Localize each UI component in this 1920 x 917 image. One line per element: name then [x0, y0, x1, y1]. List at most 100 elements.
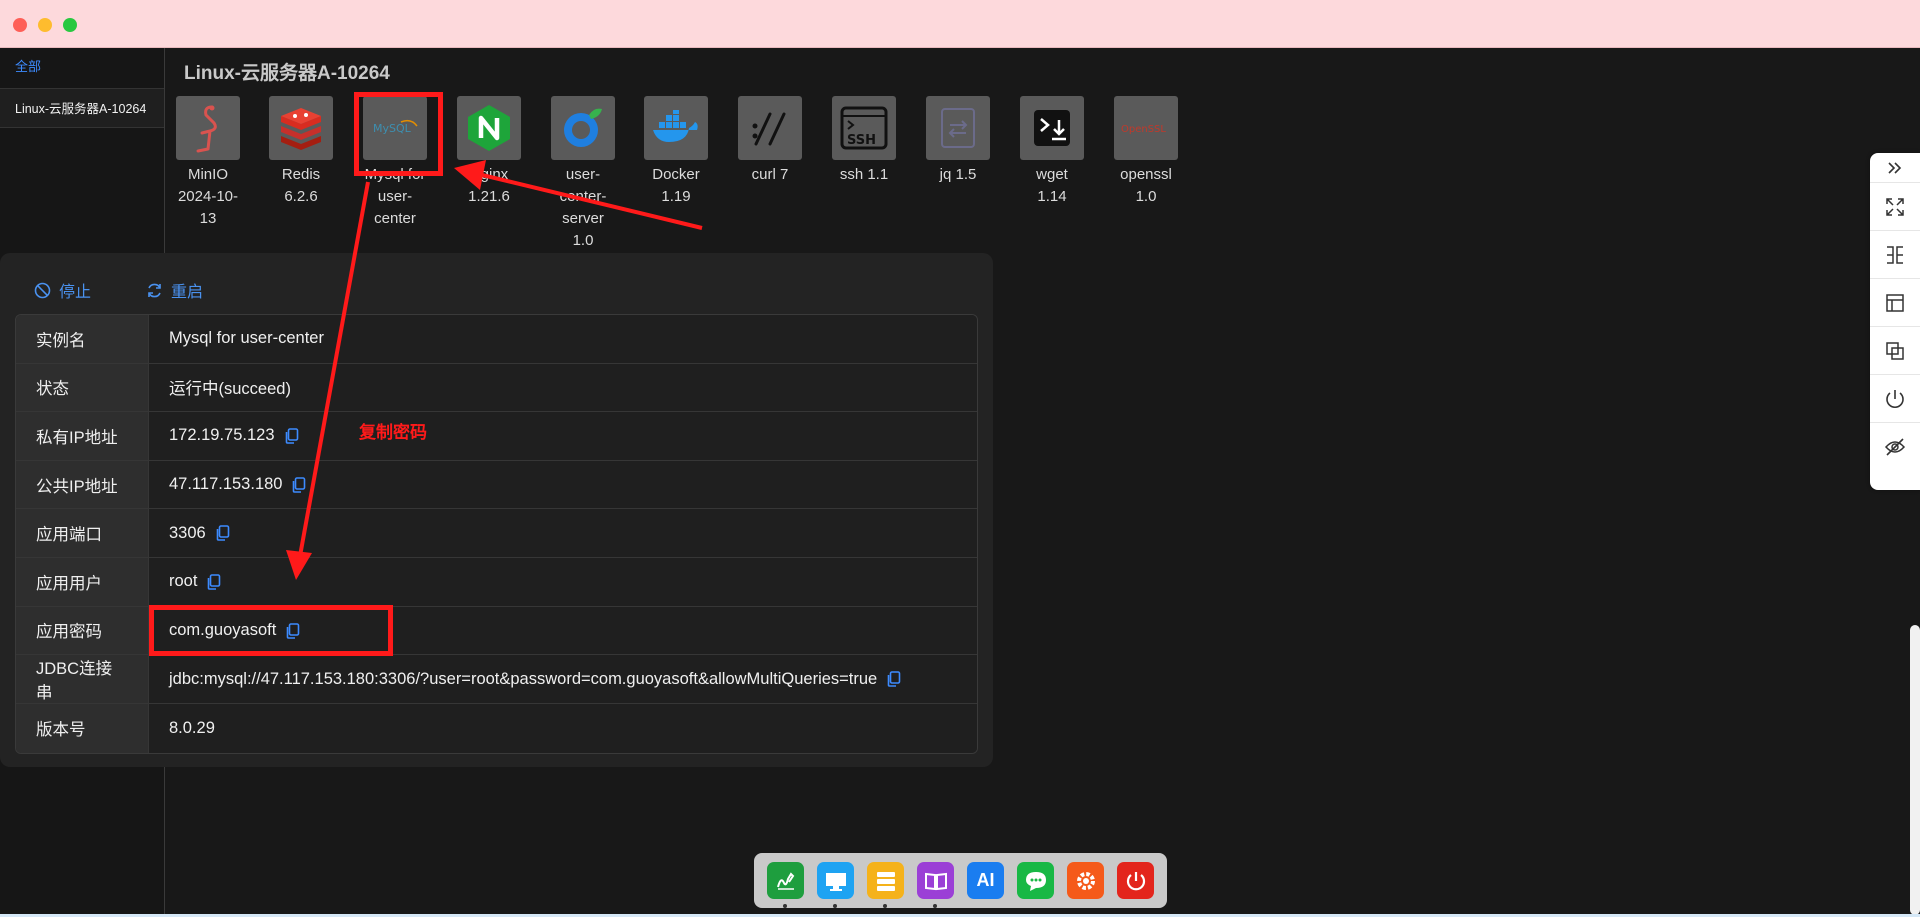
app-version: 1.0 [1135, 188, 1157, 205]
power-icon[interactable] [1117, 862, 1154, 899]
ai-icon[interactable]: AI [967, 862, 1004, 899]
stop-icon [34, 282, 51, 298]
window-titlebar [0, 0, 1920, 48]
hide-icon[interactable] [1870, 423, 1920, 471]
info-row-jdbc: JDBC连接串 jdbc:mysql://47.117.153.180:3306… [16, 655, 977, 705]
info-value: 47.117.153.180 [169, 475, 283, 494]
info-value: 172.19.75.123 [169, 426, 275, 445]
right-toolstrip [1870, 153, 1920, 490]
app-tile-jq[interactable]: jq 1.5 [912, 96, 1004, 186]
info-row-status: 状态 运行中(succeed) [16, 363, 977, 413]
minimize-window-button[interactable] [38, 18, 52, 32]
info-row-private-ip: 私有IP地址 172.19.75.123 [16, 412, 977, 461]
info-key: 状态 [16, 363, 149, 413]
chat-icon[interactable] [1017, 862, 1054, 899]
jq-icon [926, 96, 990, 160]
server-icon[interactable] [867, 862, 904, 908]
split-view-icon[interactable] [1870, 231, 1920, 279]
info-row-user: 应用用户 root [16, 557, 977, 607]
app-name: Nginx [469, 166, 509, 183]
close-window-button[interactable] [13, 18, 27, 32]
info-value: Mysql for user-center [169, 329, 324, 348]
info-value: 运行中(succeed) [169, 380, 291, 399]
app-name: curl [751, 166, 776, 183]
instance-detail-panel: 停止 重启 实例名 Mysql for user-center 状态 运行中(s… [0, 253, 993, 767]
info-key: 实例名 [16, 315, 149, 364]
desktop-icon[interactable] [817, 862, 854, 908]
info-value: 8.0.29 [169, 718, 215, 737]
app-tile-minio[interactable]: MinIO 2024-10-13 [162, 96, 254, 230]
sidebar-item-server[interactable]: Linux-云服务器A-10264 [0, 88, 164, 128]
fullscreen-icon[interactable] [1870, 183, 1920, 231]
sidebar-tab-all[interactable]: 全部 [0, 49, 164, 85]
ai-icon-label: AI [976, 870, 995, 890]
app-name: MinIO [187, 166, 228, 183]
openssl-icon: OpenSSL [1114, 96, 1178, 160]
info-key: 版本号 [16, 704, 149, 753]
app-name: openssl [1120, 166, 1172, 183]
info-value: jdbc:mysql://47.117.153.180:3306/?user=r… [169, 669, 878, 688]
app-name: ssh [839, 166, 864, 183]
refresh-icon [148, 283, 161, 297]
info-value: root [169, 572, 198, 591]
copy-icon[interactable] [207, 574, 221, 590]
app-name: user-center-server [559, 166, 607, 227]
info-value: com.guoyasoft [169, 620, 277, 639]
info-row-public-ip: 公共IP地址 47.117.153.180 [16, 460, 977, 510]
copy-icon[interactable] [285, 428, 299, 444]
copy-password-icon[interactable] [286, 622, 300, 639]
restart-button[interactable]: 重启 [146, 277, 203, 303]
restart-label: 重启 [171, 284, 204, 301]
stop-label: 停止 [59, 284, 92, 301]
info-key: 公共IP地址 [16, 460, 149, 510]
flamingo-icon [176, 96, 240, 160]
app-version: 1.0 [572, 232, 594, 249]
app-tile-wget[interactable]: wget 1.14 [1006, 96, 1098, 208]
scrollbar[interactable] [1910, 625, 1920, 915]
maximize-window-button[interactable] [63, 18, 77, 32]
info-key: 应用密码 [16, 606, 149, 656]
app-version: 2024-10-13 [177, 188, 239, 227]
app-tile-mysql[interactable]: MySQL Mysql for user-center [349, 96, 441, 230]
expand-right-icon[interactable] [1870, 153, 1920, 183]
app-tile-user-center-server[interactable]: user-center-server 1.0 [537, 96, 629, 252]
copy-icon[interactable] [216, 525, 230, 542]
copy-window-icon[interactable] [1870, 327, 1920, 375]
info-row-instance-name: 实例名 Mysql for user-center [16, 315, 977, 364]
app-name: Mysql for user-center [364, 166, 426, 227]
info-key: 应用用户 [16, 557, 149, 607]
annotation-label: 复制密码 [359, 423, 427, 442]
app-name: jq [939, 166, 952, 183]
redis-icon [269, 96, 333, 160]
app-version: 1.1 [867, 166, 889, 183]
java-app-icon [551, 96, 615, 160]
power-icon[interactable] [1870, 375, 1920, 423]
app-tile-docker[interactable]: Docker 1.19 [630, 96, 722, 208]
copy-icon[interactable] [292, 476, 306, 493]
curl-icon [738, 96, 802, 160]
stop-button[interactable]: 停止 [34, 277, 91, 303]
terminal-download-icon [1020, 96, 1084, 160]
app-name: wget [1036, 166, 1068, 183]
layout-icon[interactable] [1870, 279, 1920, 327]
app-tile-nginx[interactable]: Nginx 1.21.6 [443, 96, 535, 208]
app-tile-redis[interactable]: Redis 6.2.6 [255, 96, 347, 208]
settings-icon[interactable] [1067, 862, 1104, 899]
server-title: Linux-云服务器A-10264 [184, 63, 390, 84]
app-version: 6.2.6 [284, 188, 318, 205]
dock: AI [754, 853, 1167, 908]
app-name: Docker [652, 166, 700, 183]
copy-icon[interactable] [887, 671, 901, 688]
svg-text:SSH: SSH [847, 133, 876, 148]
app-tile-openssl[interactable]: OpenSSL openssl 1.0 [1100, 96, 1192, 208]
info-key: JDBC连接串 [16, 655, 149, 705]
app-version: 1.21.6 [468, 188, 510, 205]
info-row-password: 应用密码 com.guoyasoft [16, 606, 977, 656]
book-icon[interactable] [917, 862, 954, 908]
signature-app-icon[interactable] [767, 862, 804, 908]
info-value: 3306 [169, 523, 206, 542]
app-tile-ssh[interactable]: SSH ssh 1.1 [818, 96, 910, 186]
info-key: 应用端口 [16, 509, 149, 558]
docker-icon [644, 96, 708, 160]
app-tile-curl[interactable]: curl 7 [724, 96, 816, 186]
